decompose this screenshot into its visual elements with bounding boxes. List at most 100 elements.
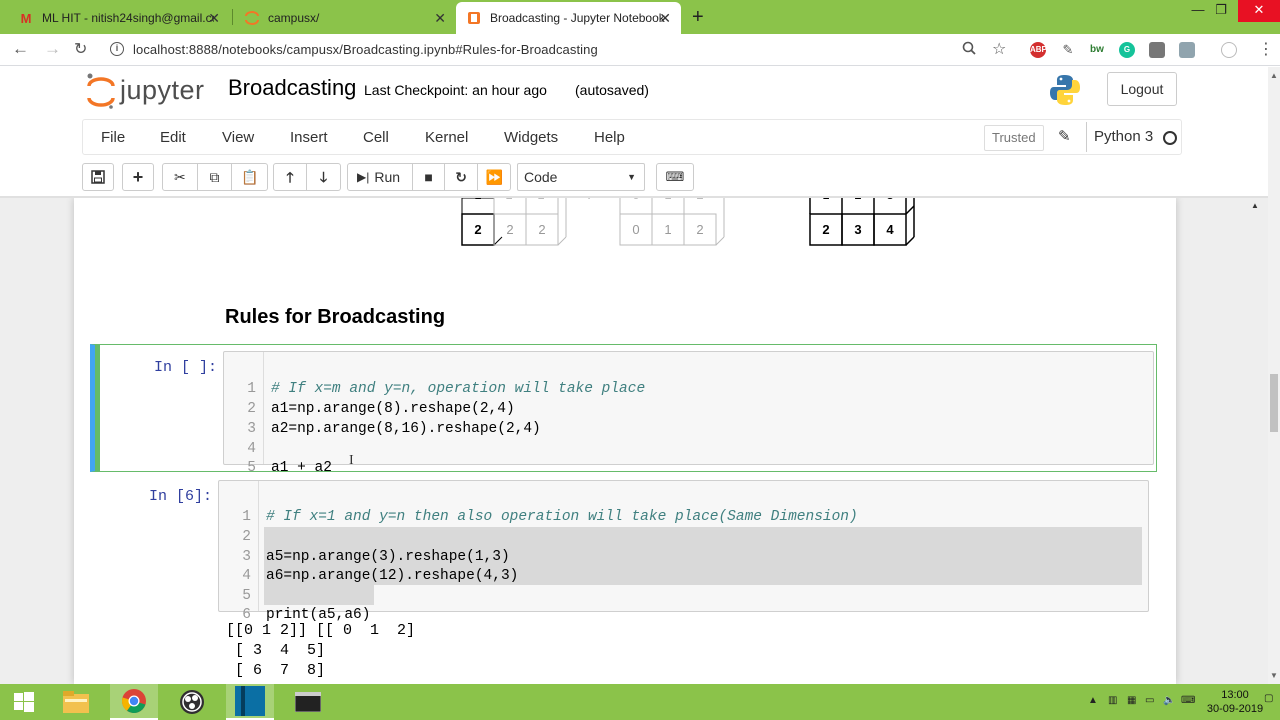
code-editor[interactable]: 1 # If x=m and y=n, operation will take p… <box>223 351 1154 476</box>
terminal-icon[interactable] <box>284 684 332 720</box>
language-icon[interactable]: ⌨ <box>1181 695 1195 706</box>
scroll-down-arrow-icon[interactable]: ▼ <box>1270 671 1278 680</box>
diagram-cell-label: 0 <box>632 222 639 237</box>
zoom-icon[interactable] <box>962 41 976 58</box>
url-field[interactable]: i localhost:8888/notebooks/campusx/Broad… <box>104 37 1024 63</box>
kernel-idle-icon <box>1163 131 1177 145</box>
menu-edit[interactable]: Edit <box>160 129 186 146</box>
windows-start-icon[interactable] <box>0 684 48 720</box>
extension-icon[interactable] <box>1149 42 1165 58</box>
new-tab-icon[interactable]: + <box>692 6 704 29</box>
tab-separator <box>232 9 233 25</box>
extension-icon[interactable]: bw <box>1089 42 1105 58</box>
menu-cell[interactable]: Cell <box>363 129 389 146</box>
chrome-menu-icon[interactable]: ⋮ <box>1258 39 1274 59</box>
window-close-icon[interactable]: ✕ <box>1238 0 1280 22</box>
menu-insert[interactable]: Insert <box>290 129 328 146</box>
plus-icon: + <box>132 166 144 187</box>
tray-app-icon[interactable]: ▦ <box>1127 695 1136 706</box>
clock-date: 30-09-2019 <box>1206 703 1264 715</box>
close-tab-icon[interactable]: ✕ <box>208 10 220 27</box>
tray-expand-icon[interactable]: ▲ <box>1088 695 1098 706</box>
browser-tab-gmail[interactable]: M ML HIT - nitish24singh@gmail.co ✕ <box>8 2 230 34</box>
notifications-icon[interactable]: ▢ <box>1264 693 1273 704</box>
scroll-up-arrow-icon[interactable]: ▲ <box>1251 201 1259 210</box>
restart-icon[interactable]: ↻ <box>445 164 479 190</box>
file-explorer-icon[interactable] <box>52 684 100 720</box>
insert-cell-button[interactable]: + <box>122 163 154 191</box>
command-palette-button[interactable]: ⌨ <box>656 163 694 191</box>
save-button[interactable] <box>82 163 114 191</box>
menu-view[interactable]: View <box>222 129 254 146</box>
stop-icon[interactable]: ■ <box>413 164 445 190</box>
code-line: 1 # If x=m and y=n, operation will take p… <box>247 381 646 397</box>
grammarly-icon[interactable]: G <box>1119 42 1135 58</box>
chrome-taskbar-icon[interactable] <box>110 684 158 720</box>
edit-pencil-icon[interactable]: ✎ <box>1058 127 1071 145</box>
close-tab-icon[interactable]: ✕ <box>434 10 446 27</box>
code-line: 2 a1=np.arange(8).reshape(2,4) <box>247 401 515 417</box>
diagram-plus-sign: + <box>585 198 593 203</box>
edit-button-group: ✂ ⧉ 📋 <box>162 163 268 191</box>
tab-title: ML HIT - nitish24singh@gmail.co <box>42 11 214 25</box>
input-prompt: In [ ]: <box>153 359 217 376</box>
restore-icon[interactable]: ❐ <box>1208 0 1234 22</box>
clock-time: 13:00 <box>1221 689 1249 701</box>
profile-avatar[interactable] <box>1221 42 1237 58</box>
code-editor[interactable]: 1 # If x=1 and y=n then also operation wi… <box>218 480 1149 623</box>
code-line: 5 <box>242 588 251 604</box>
jupyter-header: jupyter Broadcasting Last Checkpoint: an… <box>0 67 1268 117</box>
eyedropper-icon[interactable]: ✎ <box>1060 42 1076 58</box>
kernel-name[interactable]: Python 3 <box>1086 122 1153 152</box>
cell-type-select[interactable]: Code ▼ <box>517 163 645 191</box>
menu-help[interactable]: Help <box>594 129 625 146</box>
broadcasting-diagram-image: 1 1 1 2 2 2 + 0 1 <box>454 198 924 253</box>
windows-taskbar: ▲ ▥ ▦ ▭ 🔈 ⌨ 13:00 30-09-2019 ▢ <box>0 684 1280 720</box>
diagram-cell-label: 2 <box>474 222 481 237</box>
scrollbar-thumb[interactable] <box>1270 374 1278 432</box>
python-logo-icon <box>1048 73 1082 112</box>
cut-icon[interactable]: ✂ <box>163 164 198 190</box>
page-scrollbar[interactable]: ▲ ▼ <box>1268 67 1280 684</box>
app-window-icon[interactable] <box>226 684 274 720</box>
bookmark-star-icon[interactable]: ☆ <box>992 39 1006 59</box>
menu-widgets[interactable]: Widgets <box>504 129 558 146</box>
network-icon[interactable]: ▥ <box>1108 695 1117 706</box>
scroll-up-arrow-icon[interactable]: ▲ <box>1270 71 1278 80</box>
copy-icon[interactable]: ⧉ <box>198 164 233 190</box>
browser-tab-broadcasting[interactable]: Broadcasting - Jupyter Notebook ✕ <box>456 2 681 34</box>
forward-icon[interactable]: → <box>44 39 61 59</box>
jupyter-logo-icon[interactable] <box>86 73 116 114</box>
run-button[interactable]: ▶| Run <box>348 164 414 190</box>
notebook-name[interactable]: Broadcasting <box>228 75 356 101</box>
extension-icon[interactable] <box>1179 42 1195 58</box>
tab-title: Broadcasting - Jupyter Notebook <box>490 11 665 25</box>
code-cell-selected[interactable]: In [ ]: 1 # If x=m and y=n, operation wil… <box>90 344 1157 476</box>
save-icon <box>91 170 105 184</box>
diagram-cell-label: 2 <box>538 222 545 237</box>
move-down-icon[interactable]: 🡓 <box>307 164 340 190</box>
code-line: 5 a1 + a2 <box>247 460 332 476</box>
back-icon[interactable]: ← <box>12 39 29 59</box>
obs-icon[interactable] <box>168 684 216 720</box>
site-info-icon[interactable]: i <box>110 42 124 56</box>
diagram-cell-label: 2 <box>506 222 513 237</box>
paste-icon[interactable]: 📋 <box>232 164 267 190</box>
taskbar-clock[interactable]: 13:00 30-09-2019 <box>1200 688 1270 716</box>
move-up-icon[interactable]: 🡑 <box>274 164 308 190</box>
jupyter-logo-text[interactable]: jupyter <box>120 75 205 106</box>
logout-button[interactable]: Logout <box>1107 72 1177 106</box>
browser-tab-campusx[interactable]: campusx/ ✕ <box>234 2 456 34</box>
battery-icon[interactable]: ▭ <box>1145 695 1154 706</box>
code-cell[interactable]: In [6]: 1 # If x=1 and y=n then also oper… <box>90 474 1157 623</box>
fast-forward-icon[interactable]: ⏩ <box>478 164 510 190</box>
menu-kernel[interactable]: Kernel <box>425 129 468 146</box>
adblock-icon[interactable]: ABP <box>1030 42 1047 58</box>
reload-icon[interactable]: ↻ <box>74 39 87 59</box>
menu-file[interactable]: File <box>101 129 125 146</box>
volume-icon[interactable]: 🔈 <box>1163 695 1175 706</box>
trusted-indicator[interactable]: Trusted <box>984 125 1044 151</box>
close-tab-icon[interactable]: ✕ <box>659 10 671 27</box>
jupyter-icon <box>244 10 260 26</box>
diagram-cell-label: 1 <box>474 198 481 202</box>
